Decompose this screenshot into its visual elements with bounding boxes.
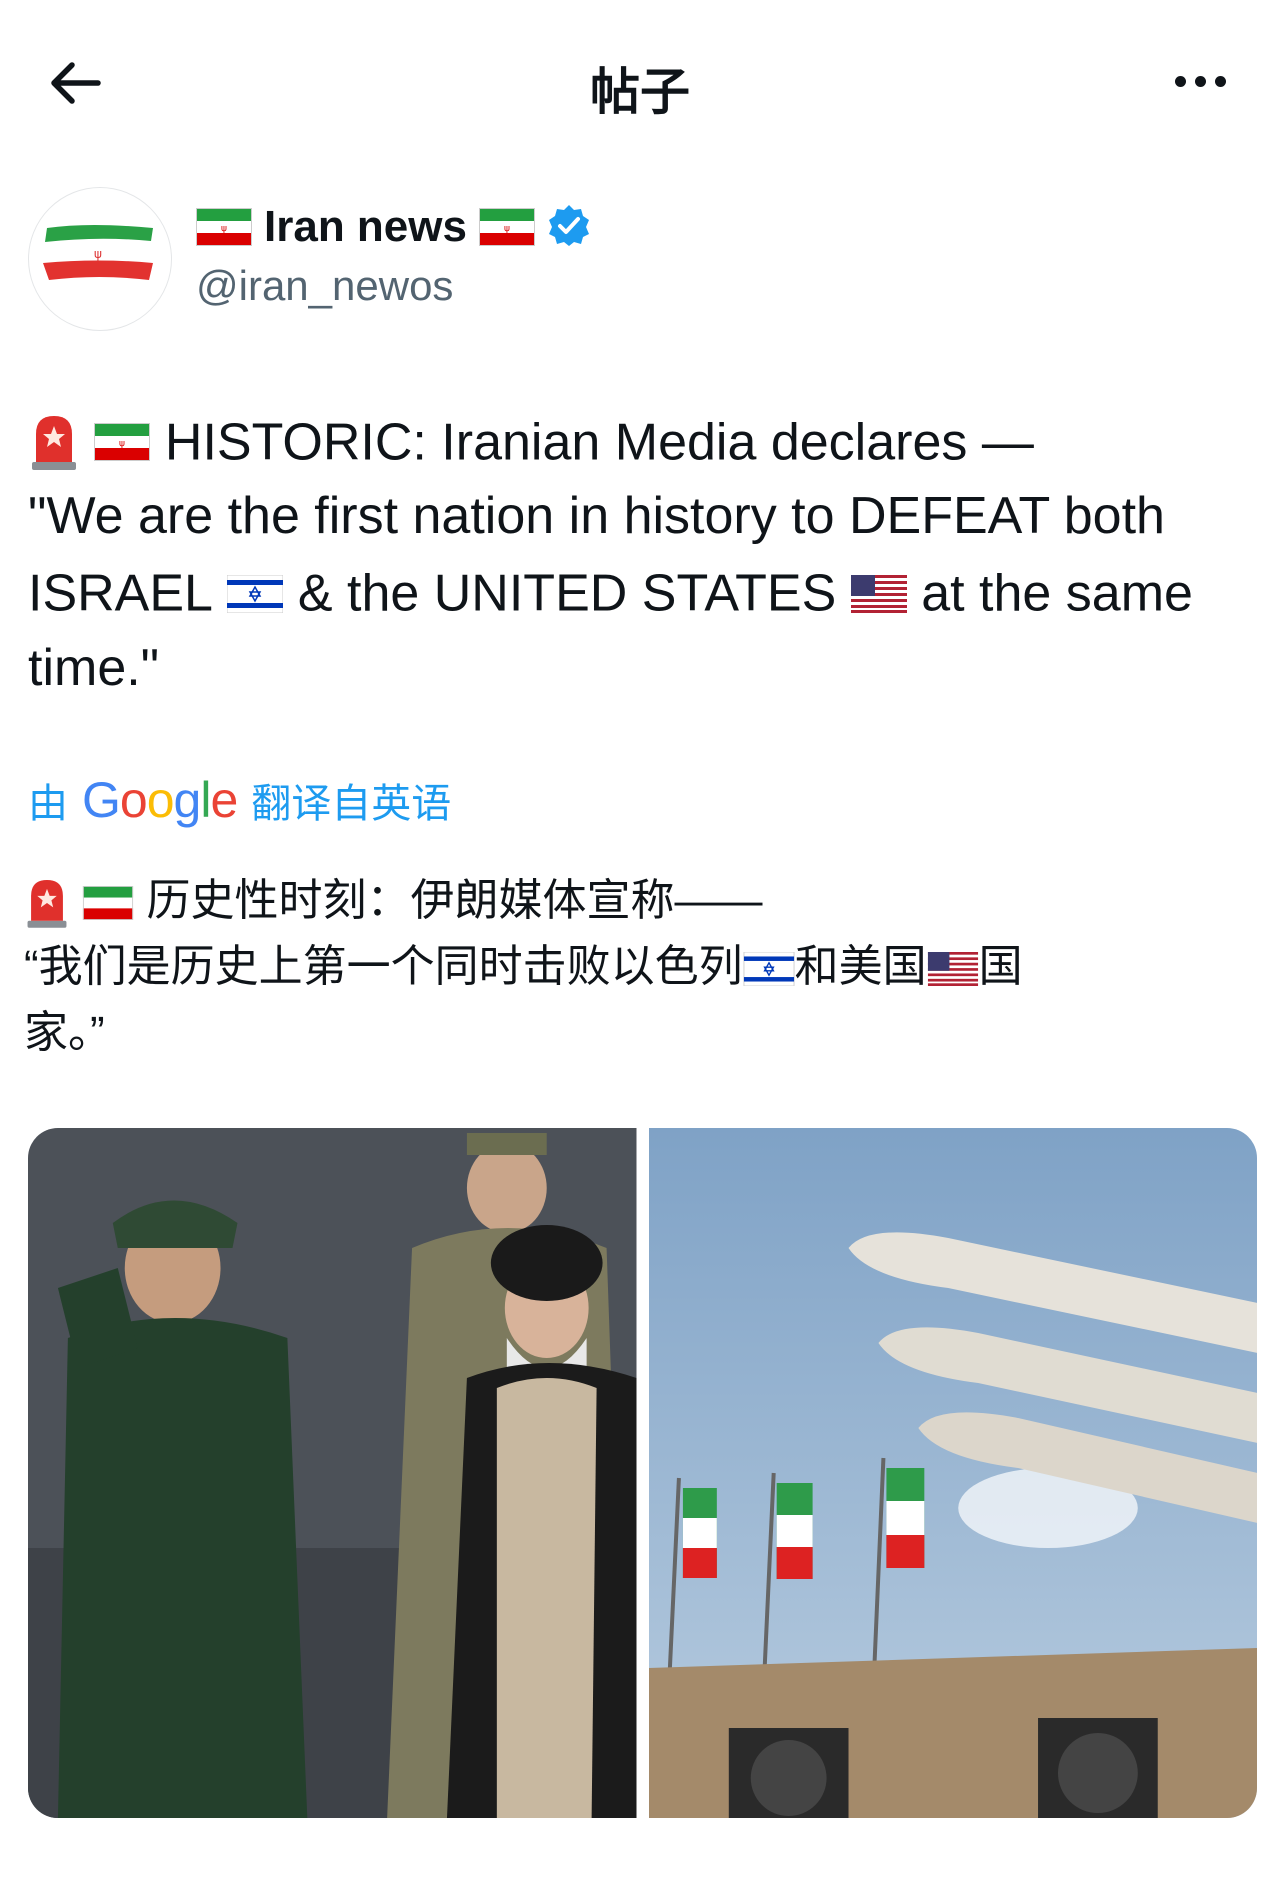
svg-text:ψ: ψ bbox=[94, 247, 102, 261]
photo-missiles-and-flags bbox=[648, 1128, 1257, 1818]
media-image-1[interactable] bbox=[28, 1128, 637, 1818]
author-name-row[interactable]: ψ Iran news ψ bbox=[196, 200, 591, 254]
translation-attribution[interactable]: 由 Google 翻译自英语 bbox=[28, 770, 451, 830]
iran-flag-icon: ψ bbox=[478, 208, 535, 246]
post-line: "We are the first nation in history to D… bbox=[28, 487, 1165, 546]
post-line: time." bbox=[28, 638, 160, 697]
post-line: ISRAEL & the UNITED STATES at the same bbox=[28, 564, 1193, 623]
author-handle[interactable]: @iran_newos bbox=[196, 262, 453, 310]
post-text-chinese: 历史性时刻：伊朗媒体宣称—— “我们是历史上第一个同时击败以色列 和美国国 家。” bbox=[24, 868, 1244, 1066]
author-display-name[interactable]: Iran news bbox=[264, 202, 467, 252]
svg-text:ψ: ψ bbox=[221, 224, 227, 234]
siren-emoji-icon bbox=[24, 876, 70, 930]
iran-flag-icon: ψ bbox=[196, 208, 252, 246]
more-options-button[interactable] bbox=[1160, 56, 1240, 106]
post-text-english: ψ HISTORIC: Iranian Media declares — "We… bbox=[28, 402, 1248, 705]
avatar[interactable]: ψ bbox=[28, 187, 172, 331]
us-flag-icon bbox=[850, 574, 907, 613]
post-line: 家。” bbox=[24, 1008, 105, 1057]
svg-text:ψ: ψ bbox=[119, 439, 125, 449]
israel-flag-icon bbox=[743, 952, 795, 987]
media-image-2[interactable] bbox=[648, 1128, 1257, 1818]
top-bar: 帖子 bbox=[0, 0, 1280, 160]
post-line: ψ HISTORIC: Iranian Media declares — bbox=[28, 402, 1248, 479]
post-line: 历史性时刻：伊朗媒体宣称—— bbox=[24, 868, 1244, 934]
google-logo: Google bbox=[82, 772, 238, 828]
iran-flag-avatar-icon: ψ bbox=[43, 225, 153, 280]
siren-emoji-icon bbox=[28, 412, 80, 472]
verified-badge-icon bbox=[547, 203, 591, 252]
iran-flag-icon: ψ bbox=[94, 423, 151, 462]
more-horizontal-icon bbox=[1174, 75, 1186, 87]
iran-flag-icon bbox=[82, 886, 134, 921]
media-gallery bbox=[28, 1128, 1257, 1818]
us-flag-icon bbox=[927, 952, 979, 987]
photo-military-officials bbox=[28, 1128, 637, 1818]
post-line: “我们是历史上第一个同时击败以色列 和美国国 bbox=[24, 942, 1023, 991]
israel-flag-icon bbox=[227, 574, 284, 613]
page-title: 帖子 bbox=[590, 64, 690, 120]
svg-text:ψ: ψ bbox=[504, 224, 510, 234]
